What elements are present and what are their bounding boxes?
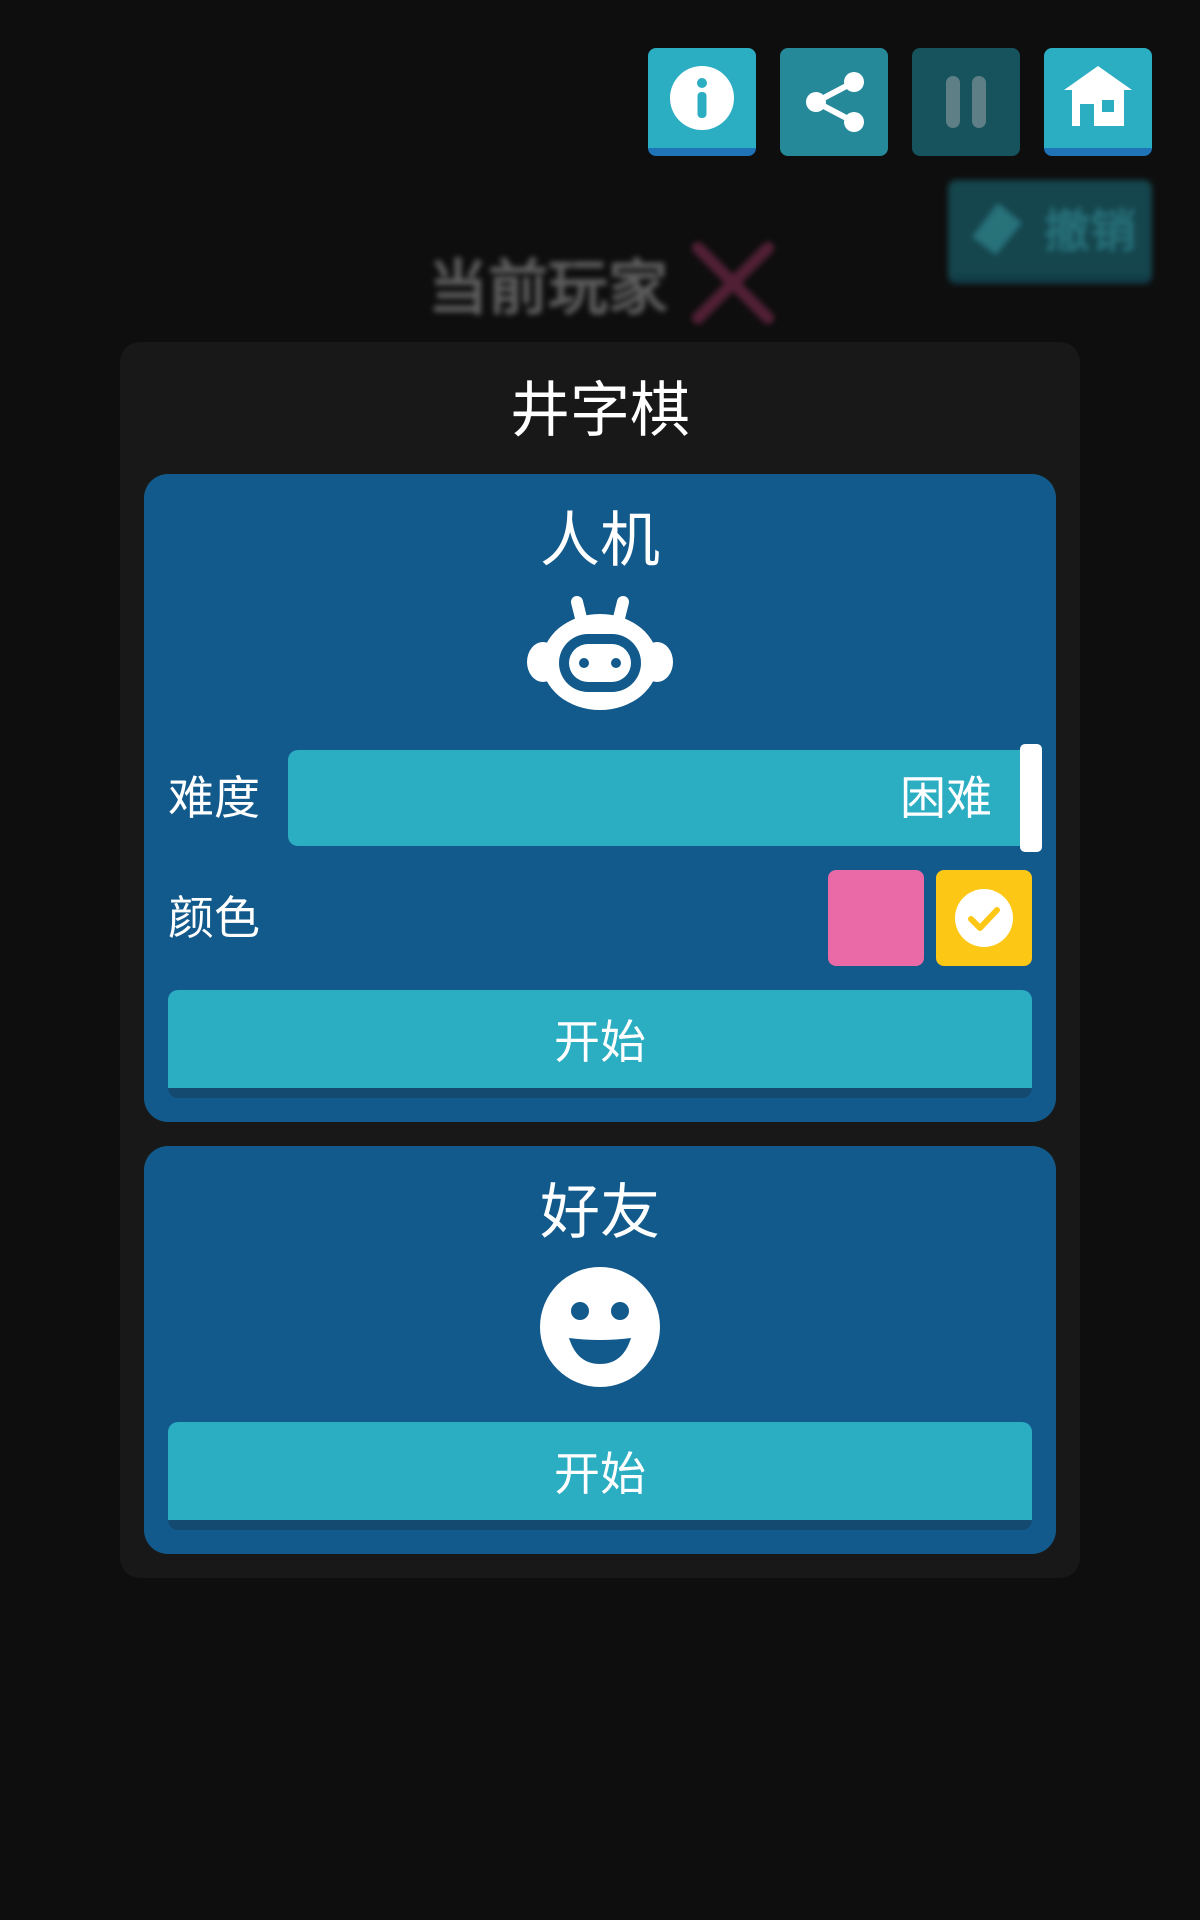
- ai-mode-title: 人机: [540, 506, 660, 576]
- ai-start-button[interactable]: 开始: [168, 990, 1032, 1098]
- top-toolbar: [648, 48, 1152, 156]
- info-button[interactable]: [648, 48, 756, 156]
- share-icon: [806, 72, 864, 132]
- undo-button[interactable]: 撤销: [948, 180, 1152, 284]
- friend-start-button[interactable]: 开始: [168, 1422, 1032, 1530]
- current-player-label: 当前玩家: [428, 253, 668, 324]
- smiley-icon: [540, 1267, 660, 1387]
- friend-start-label: 开始: [554, 1447, 646, 1501]
- ai-start-label: 开始: [554, 1015, 646, 1069]
- color-label: 颜色: [168, 891, 260, 945]
- info-icon: [670, 66, 734, 130]
- ticket-icon: [972, 203, 1022, 255]
- current-player-indicator: 当前玩家: [428, 238, 778, 328]
- dialog-title: 井字棋: [510, 376, 690, 446]
- ai-mode-card: 人机 难度 困难 颜色 开始: [144, 474, 1056, 1122]
- game-mode-dialog: 井字棋 人机 难度 困难 颜色 开始 好友 开始: [120, 342, 1080, 1578]
- friend-mode-card: 好友 开始: [144, 1146, 1056, 1554]
- difficulty-label: 难度: [168, 771, 260, 825]
- color-swatch-pink[interactable]: [828, 870, 924, 966]
- robot-icon: [527, 596, 673, 710]
- x-mark-icon: [692, 242, 774, 324]
- check-icon: [955, 889, 1013, 947]
- pause-icon: [946, 76, 986, 128]
- difficulty-value: 困难: [900, 771, 992, 825]
- undo-label: 撤销: [1044, 204, 1136, 258]
- color-swatch-yellow[interactable]: [936, 870, 1032, 966]
- difficulty-slider[interactable]: 困难: [288, 750, 1032, 846]
- home-button[interactable]: [1044, 48, 1152, 156]
- friend-mode-title: 好友: [540, 1178, 660, 1248]
- home-icon: [1064, 66, 1132, 126]
- share-button[interactable]: [780, 48, 888, 156]
- pause-button[interactable]: [912, 48, 1020, 156]
- difficulty-slider-handle[interactable]: [1020, 744, 1042, 852]
